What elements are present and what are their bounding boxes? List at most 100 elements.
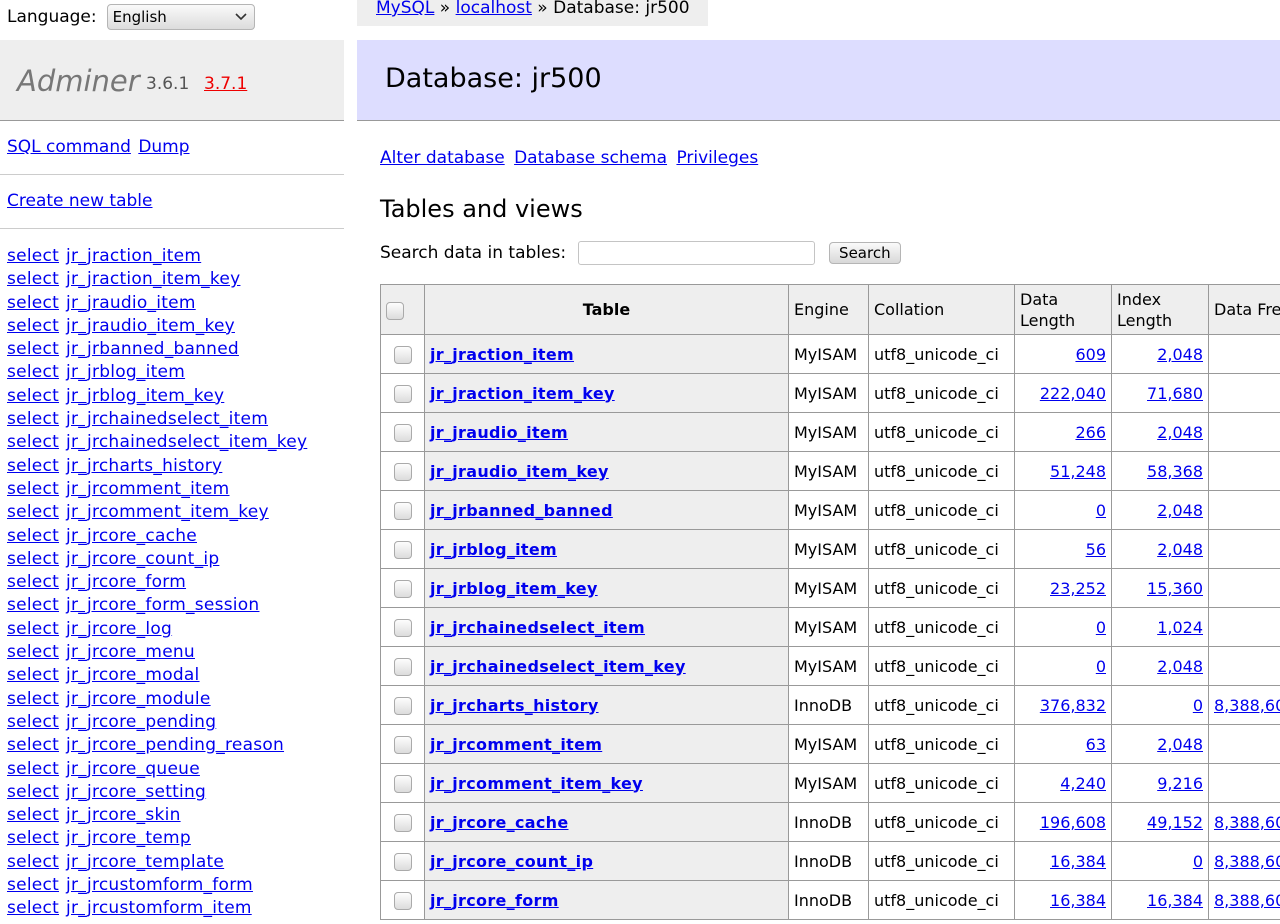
index-length-link[interactable]: 71,680 <box>1147 384 1203 403</box>
sidebar-table-link[interactable]: jr_jrcore_log <box>66 619 172 639</box>
select-link[interactable]: select <box>7 362 59 382</box>
sidebar-table-link[interactable]: jr_jraudio_item_key <box>66 316 235 336</box>
data-free-link[interactable]: 8,388,608 <box>1214 813 1280 832</box>
index-length-link[interactable]: 9,216 <box>1157 774 1203 793</box>
row-checkbox[interactable] <box>393 540 412 559</box>
select-link[interactable]: select <box>7 665 59 685</box>
row-checkbox[interactable] <box>393 891 412 910</box>
data-length-link[interactable]: 4,240 <box>1060 774 1106 793</box>
column-header-table[interactable]: Table <box>424 284 789 335</box>
table-name-link[interactable]: jr_jrchainedselect_item <box>430 618 645 637</box>
adminer-logo-link[interactable]: Adminer <box>17 64 140 98</box>
table-name-link[interactable]: jr_jrbanned_banned <box>430 501 613 520</box>
language-select[interactable]: English <box>106 4 255 30</box>
sidebar-table-link[interactable]: jr_jrcore_pending_reason <box>66 735 284 755</box>
create-table-link[interactable]: Create new table <box>7 191 153 211</box>
index-length-link[interactable]: 2,048 <box>1157 345 1203 364</box>
table-name-link[interactable]: jr_jrcore_count_ip <box>430 852 593 871</box>
index-length-link[interactable]: 2,048 <box>1157 540 1203 559</box>
index-length-link[interactable]: 49,152 <box>1147 813 1203 832</box>
select-all-checkbox[interactable] <box>386 301 404 320</box>
row-checkbox[interactable] <box>393 852 412 871</box>
index-length-link[interactable]: 1,024 <box>1157 618 1203 637</box>
breadcrumb-host-link[interactable]: localhost <box>456 0 532 18</box>
search-button[interactable]: Search <box>829 242 901 264</box>
row-checkbox[interactable] <box>393 813 412 832</box>
data-free-link[interactable]: 8,388,608 <box>1214 891 1280 910</box>
data-length-link[interactable]: 23,252 <box>1050 579 1106 598</box>
sidebar-table-link[interactable]: jr_jrcore_pending <box>66 712 216 732</box>
sidebar-table-link[interactable]: jr_jrchainedselect_item <box>66 409 268 429</box>
row-checkbox[interactable] <box>393 774 412 793</box>
select-link[interactable]: select <box>7 595 59 615</box>
sidebar-table-link[interactable]: jr_jrcore_queue <box>66 759 200 779</box>
sidebar-table-link[interactable]: jr_jrcustomform_form <box>66 875 253 895</box>
select-link[interactable]: select <box>7 339 59 359</box>
data-length-link[interactable]: 0 <box>1096 618 1106 637</box>
select-link[interactable]: select <box>7 456 59 476</box>
sidebar-table-link[interactable]: jr_jrcore_form_session <box>66 595 259 615</box>
index-length-link[interactable]: 0 <box>1193 696 1203 715</box>
search-input[interactable] <box>578 241 816 265</box>
sidebar-table-link[interactable]: jr_jrcore_skin <box>66 805 181 825</box>
sidebar-table-link[interactable]: jr_jrbanned_banned <box>66 339 239 359</box>
select-link[interactable]: select <box>7 852 59 872</box>
index-length-link[interactable]: 2,048 <box>1157 423 1203 442</box>
table-name-link[interactable]: jr_jraudio_item <box>430 423 568 442</box>
data-length-link[interactable]: 0 <box>1096 501 1106 520</box>
database-schema-link[interactable]: Database schema <box>514 148 667 168</box>
sidebar-table-link[interactable]: jr_jraction_item <box>66 246 201 266</box>
select-link[interactable]: select <box>7 642 59 662</box>
sidebar-table-link[interactable]: jr_jrblog_item <box>66 362 185 382</box>
sql-command-link[interactable]: SQL command <box>7 137 131 157</box>
select-link[interactable]: select <box>7 479 59 499</box>
sidebar-table-link[interactable]: jr_jrcore_cache <box>66 526 197 546</box>
select-link[interactable]: select <box>7 898 59 918</box>
select-link[interactable]: select <box>7 759 59 779</box>
data-length-link[interactable]: 63 <box>1086 735 1106 754</box>
table-name-link[interactable]: jr_jrcharts_history <box>430 696 599 715</box>
select-link[interactable]: select <box>7 409 59 429</box>
sidebar-table-link[interactable]: jr_jraction_item_key <box>66 269 240 289</box>
select-link[interactable]: select <box>7 386 59 406</box>
select-link[interactable]: select <box>7 689 59 709</box>
select-link[interactable]: select <box>7 246 59 266</box>
sidebar-table-link[interactable]: jr_jrblog_item_key <box>66 386 224 406</box>
select-link[interactable]: select <box>7 805 59 825</box>
select-link[interactable]: select <box>7 269 59 289</box>
row-checkbox[interactable] <box>393 462 412 481</box>
column-header-data-length[interactable]: Data Length <box>1014 284 1112 335</box>
data-length-link[interactable]: 266 <box>1075 423 1106 442</box>
row-checkbox[interactable] <box>393 384 412 403</box>
select-link[interactable]: select <box>7 549 59 569</box>
sidebar-table-link[interactable]: jr_jrcomment_item <box>66 479 229 499</box>
data-free-link[interactable]: 8,388,608 <box>1214 852 1280 871</box>
column-header-index-length[interactable]: Index Length <box>1111 284 1209 335</box>
data-length-link[interactable]: 16,384 <box>1050 852 1106 871</box>
sidebar-table-link[interactable]: jr_jrcore_modal <box>66 665 200 685</box>
data-length-link[interactable]: 0 <box>1096 657 1106 676</box>
sidebar-table-link[interactable]: jr_jrcore_temp <box>66 828 191 848</box>
sidebar-table-link[interactable]: jr_jrcore_menu <box>66 642 195 662</box>
alter-database-link[interactable]: Alter database <box>380 148 505 168</box>
row-checkbox[interactable] <box>393 735 412 754</box>
table-name-link[interactable]: jr_jrblog_item <box>430 540 557 559</box>
row-checkbox[interactable] <box>393 345 412 364</box>
data-length-link[interactable]: 222,040 <box>1040 384 1106 403</box>
row-checkbox[interactable] <box>393 657 412 676</box>
select-link[interactable]: select <box>7 316 59 336</box>
select-link[interactable]: select <box>7 712 59 732</box>
index-length-link[interactable]: 16,384 <box>1147 891 1203 910</box>
column-header-data-free[interactable]: Data Free <box>1208 284 1280 335</box>
row-checkbox[interactable] <box>393 501 412 520</box>
data-length-link[interactable]: 51,248 <box>1050 462 1106 481</box>
dump-link[interactable]: Dump <box>138 137 189 157</box>
table-name-link[interactable]: jr_jrcomment_item_key <box>430 774 643 793</box>
table-name-link[interactable]: jr_jraction_item <box>430 345 574 364</box>
data-length-link[interactable]: 16,384 <box>1050 891 1106 910</box>
data-length-link[interactable]: 56 <box>1086 540 1106 559</box>
sidebar-table-link[interactable]: jr_jraudio_item <box>66 293 196 313</box>
row-checkbox[interactable] <box>393 618 412 637</box>
select-link[interactable]: select <box>7 875 59 895</box>
select-link[interactable]: select <box>7 432 59 452</box>
